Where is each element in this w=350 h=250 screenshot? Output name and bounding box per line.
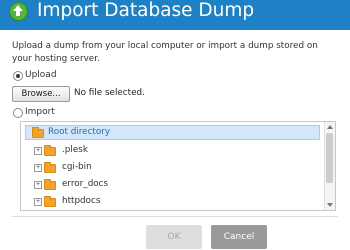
import-radio-label[interactable]: Import [25, 107, 55, 118]
tree-item-label: error_docs [62, 179, 109, 189]
expand-plus-icon[interactable]: + [34, 181, 42, 189]
folder-icon [44, 179, 56, 190]
scroll-down-icon[interactable] [327, 203, 333, 207]
dialog-titlebar: Import Database Dump [0, 0, 350, 30]
footer-divider [12, 216, 338, 217]
expand-plus-icon[interactable]: + [34, 147, 42, 155]
tree-item[interactable]: + cgi-bin [21, 161, 321, 175]
tree-scrollbar[interactable] [324, 122, 335, 210]
folder-icon [44, 196, 56, 207]
import-radio[interactable] [13, 108, 23, 118]
tree-item-label: .plesk [62, 145, 88, 155]
tree-item-label: Root directory [48, 127, 111, 137]
folder-icon [44, 145, 56, 156]
folder-open-icon [32, 127, 44, 138]
cancel-button[interactable]: Cancel [211, 225, 267, 249]
ok-button[interactable]: OK [146, 225, 202, 249]
scroll-up-icon[interactable] [327, 125, 333, 129]
directory-tree[interactable]: Root directory + .plesk + cgi-bin + erro… [20, 121, 336, 211]
browse-button[interactable]: Browse... [12, 86, 70, 102]
expand-plus-icon[interactable]: + [34, 164, 42, 172]
dialog-title: Import Database Dump [37, 0, 255, 21]
tree-item-root[interactable]: Root directory [25, 125, 320, 140]
tree-item[interactable]: + httpdocs [21, 195, 321, 209]
tree-item[interactable]: + error_docs [21, 178, 321, 192]
file-status-text: No file selected. [74, 88, 145, 98]
upload-radio-label[interactable]: Upload [25, 70, 57, 81]
folder-icon [44, 162, 56, 173]
upload-arrow-icon [9, 2, 28, 21]
tree-item-label: httpdocs [62, 196, 101, 206]
dialog-description: Upload a dump from your local computer o… [12, 41, 318, 64]
scrollbar-thumb[interactable] [326, 133, 333, 183]
tree-item[interactable]: + .plesk [21, 144, 321, 158]
upload-radio[interactable] [13, 71, 23, 81]
expand-plus-icon[interactable]: + [34, 198, 42, 206]
tree-item-label: cgi-bin [62, 162, 92, 172]
